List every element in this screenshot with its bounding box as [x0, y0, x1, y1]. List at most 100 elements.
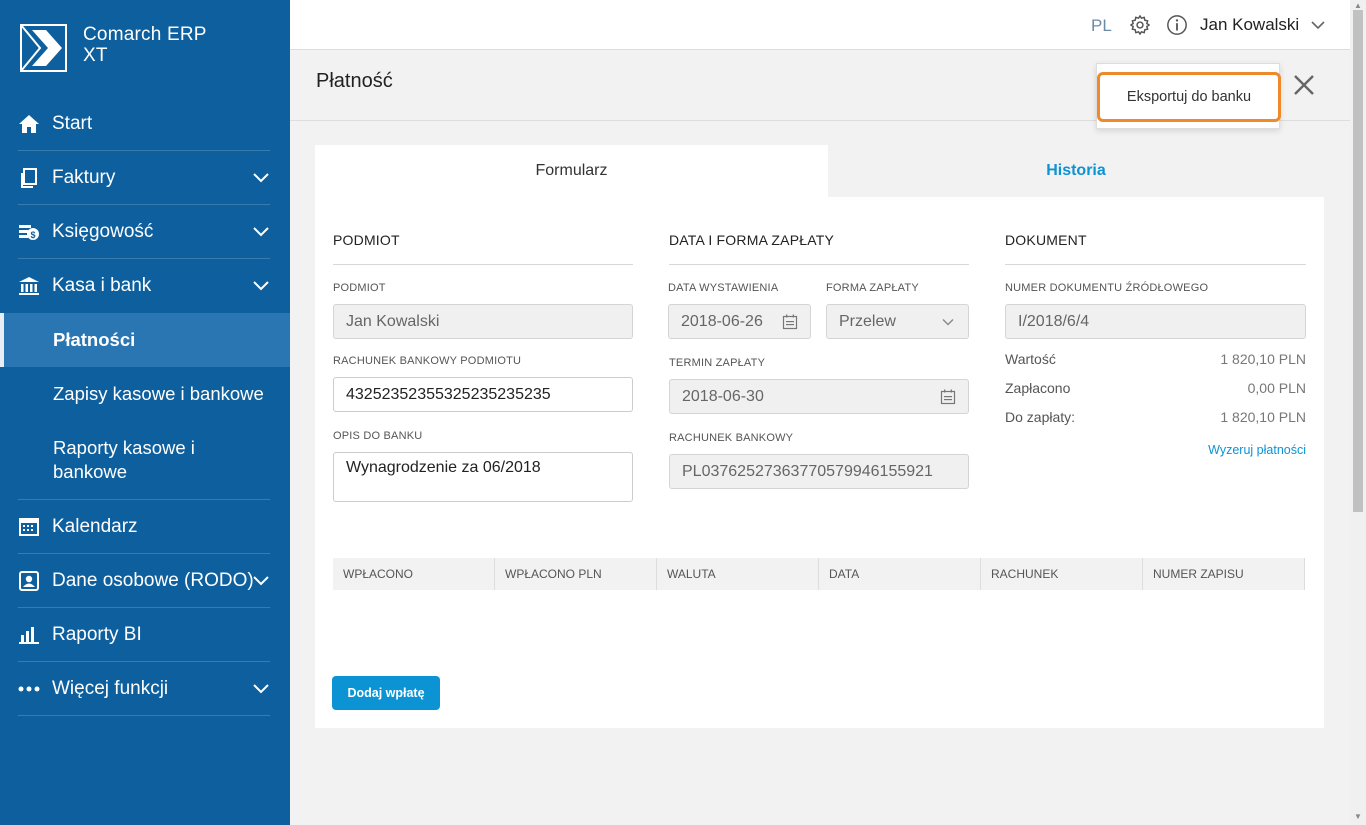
bar-chart-icon	[18, 624, 40, 646]
chevron-down-icon[interactable]	[252, 571, 270, 589]
paid-amount: 0,00 PLN	[1247, 380, 1306, 396]
bank-account-label: RACHUNEK BANKOWY	[669, 432, 794, 444]
chevron-down-icon[interactable]	[252, 276, 270, 294]
sidebar-item-label: Więcej funkcji	[52, 677, 169, 699]
calendar-icon[interactable]	[940, 389, 956, 405]
sidebar-item-label: Raporty BI	[52, 623, 142, 645]
column-header[interactable]: WPŁACONO PLN	[495, 558, 657, 590]
column-header[interactable]: WALUTA	[657, 558, 819, 590]
scroll-down-icon[interactable]: ▼	[1354, 812, 1362, 821]
due-amount: 1 820,10 PLN	[1220, 409, 1306, 425]
divider	[333, 264, 633, 265]
chevron-down-icon[interactable]	[252, 222, 270, 240]
value-amount: 1 820,10 PLN	[1220, 351, 1306, 367]
page-header: Płatność Eksportuj do banku	[290, 51, 1350, 129]
column-header[interactable]: RACHUNEK	[981, 558, 1143, 590]
issue-date-value: 2018-06-26	[681, 312, 763, 330]
payment-form-label: FORMA ZAPŁATY	[826, 282, 919, 294]
sidebar-item-label: Kasa i bank	[52, 275, 152, 296]
language-selector[interactable]: PL	[1091, 16, 1112, 36]
chevron-down-icon[interactable]	[252, 679, 270, 697]
sidebar-item-label: Kalendarz	[52, 515, 138, 537]
payment-form-value: Przelew	[839, 312, 896, 330]
section-heading-document: DOKUMENT	[1005, 232, 1087, 248]
page-title: Płatność	[316, 70, 393, 92]
sidebar-item-ksiegowosc[interactable]: $ Księgowość	[18, 205, 270, 259]
podmiot-value: Jan Kowalski	[346, 312, 440, 330]
sidebar-subitem-platnosci[interactable]: Płatności	[0, 313, 290, 367]
column-header[interactable]: WPŁACONO	[333, 558, 495, 590]
paid-label: Zapłacono	[1005, 380, 1071, 396]
chevron-down-icon[interactable]	[1310, 17, 1326, 33]
bank-icon	[18, 275, 40, 297]
export-to-bank-button[interactable]: Eksportuj do banku	[1097, 72, 1281, 122]
section-heading-payment: DATA I FORMA ZAPŁATY	[669, 232, 835, 248]
podmiot-label: PODMIOT	[333, 282, 386, 294]
sidebar-subitem-label-line2: bankowe	[53, 461, 128, 482]
person-icon	[18, 570, 40, 592]
sidebar-item-label: Faktury	[52, 166, 116, 188]
due-date-label: TERMIN ZAPŁATY	[669, 357, 766, 369]
bank-account-field: PL03762527363770579946155921	[669, 454, 969, 489]
sidebar-item-faktury[interactable]: Faktury	[18, 151, 270, 205]
divider	[669, 264, 969, 265]
gear-icon[interactable]	[1129, 14, 1151, 36]
comarch-logo-icon	[20, 24, 67, 72]
sidebar-item-label: Dane osobowe (RODO)	[52, 569, 254, 591]
account-value: 43252352355325235235235	[346, 385, 551, 403]
bank-account-value: PL03762527363770579946155921	[682, 462, 933, 480]
due-date-value: 2018-06-30	[682, 387, 764, 405]
calendar-icon[interactable]	[782, 314, 798, 330]
app-name-line1: Comarch ERP	[83, 24, 207, 45]
tab-historia[interactable]: Historia	[828, 145, 1324, 197]
column-header[interactable]: NUMER ZAPISU	[1143, 558, 1305, 590]
chevron-down-icon[interactable]	[252, 168, 270, 186]
source-document-label: NUMER DOKUMENTU ŹRÓDŁOWEGO	[1005, 282, 1209, 294]
sidebar-item-wiecej-funkcji[interactable]: Więcej funkcji	[18, 662, 270, 716]
svg-text:$: $	[30, 230, 35, 240]
user-menu[interactable]: Jan Kowalski	[1200, 15, 1299, 35]
scrollbar-thumb[interactable]	[1353, 10, 1363, 512]
issue-date-field: 2018-06-26	[668, 304, 811, 339]
bank-description-field[interactable]: Wynagrodzenie za 06/2018	[333, 452, 633, 502]
calendar-icon	[18, 516, 40, 538]
more-icon	[18, 678, 40, 700]
due-date-field: 2018-06-30	[669, 379, 969, 414]
accounting-icon: $	[18, 221, 40, 243]
source-document-value: I/2018/6/4	[1018, 312, 1090, 330]
bank-description-label: OPIS DO BANKU	[333, 430, 423, 442]
sidebar: Comarch ERP XT Start Faktury $ Księgowoś…	[0, 0, 290, 825]
chevron-down-icon	[942, 319, 954, 326]
tab-formularz[interactable]: Formularz	[315, 145, 828, 197]
sidebar-subitem-label-line1: Raporty kasowe i	[53, 437, 195, 458]
sidebar-item-kasa-i-bank[interactable]: Kasa i bank	[18, 259, 270, 313]
account-field[interactable]: 43252352355325235235235	[333, 377, 633, 412]
info-icon[interactable]	[1166, 14, 1188, 36]
actions-menu: Eksportuj do banku	[1096, 63, 1281, 129]
add-payment-button[interactable]: Dodaj wpłatę	[332, 676, 440, 710]
issue-date-label: DATA WYSTAWIENIA	[668, 282, 779, 294]
scrollbar[interactable]: ▲ ▼	[1350, 0, 1366, 825]
due-label: Do zapłaty:	[1005, 409, 1076, 425]
reset-payments-link[interactable]: Wyzeruj płatności	[1155, 443, 1306, 457]
close-icon[interactable]	[1292, 73, 1316, 97]
scroll-up-icon[interactable]: ▲	[1354, 1, 1362, 10]
payment-form-select[interactable]: Przelew	[826, 304, 969, 339]
sidebar-item-dane-osobowe[interactable]: Dane osobowe (RODO)	[18, 554, 270, 608]
app-name: Comarch ERP XT	[83, 24, 207, 66]
sidebar-item-kalendarz[interactable]: Kalendarz	[18, 500, 270, 554]
sidebar-nav: Start Faktury $ Księgowość Kasa i bank P…	[0, 97, 290, 716]
document-icon	[18, 167, 40, 189]
app-logo[interactable]: Comarch ERP XT	[20, 24, 207, 72]
sidebar-item-raporty-bi[interactable]: Raporty BI	[18, 608, 270, 662]
sidebar-subitem-label: Płatności	[53, 329, 136, 350]
sidebar-subitem-raporty-kasowe[interactable]: Raporty kasowe i bankowe	[0, 421, 290, 499]
sidebar-item-start[interactable]: Start	[18, 97, 270, 151]
home-icon	[18, 113, 40, 135]
bank-description-value: Wynagrodzenie za 06/2018	[346, 459, 541, 476]
sidebar-item-label: Start	[52, 112, 93, 134]
value-label: Wartość	[1005, 351, 1056, 367]
sidebar-subitem-zapisy[interactable]: Zapisy kasowe i bankowe	[0, 367, 290, 421]
top-bar: PL Jan Kowalski	[290, 0, 1350, 50]
column-header[interactable]: DATA	[819, 558, 981, 590]
